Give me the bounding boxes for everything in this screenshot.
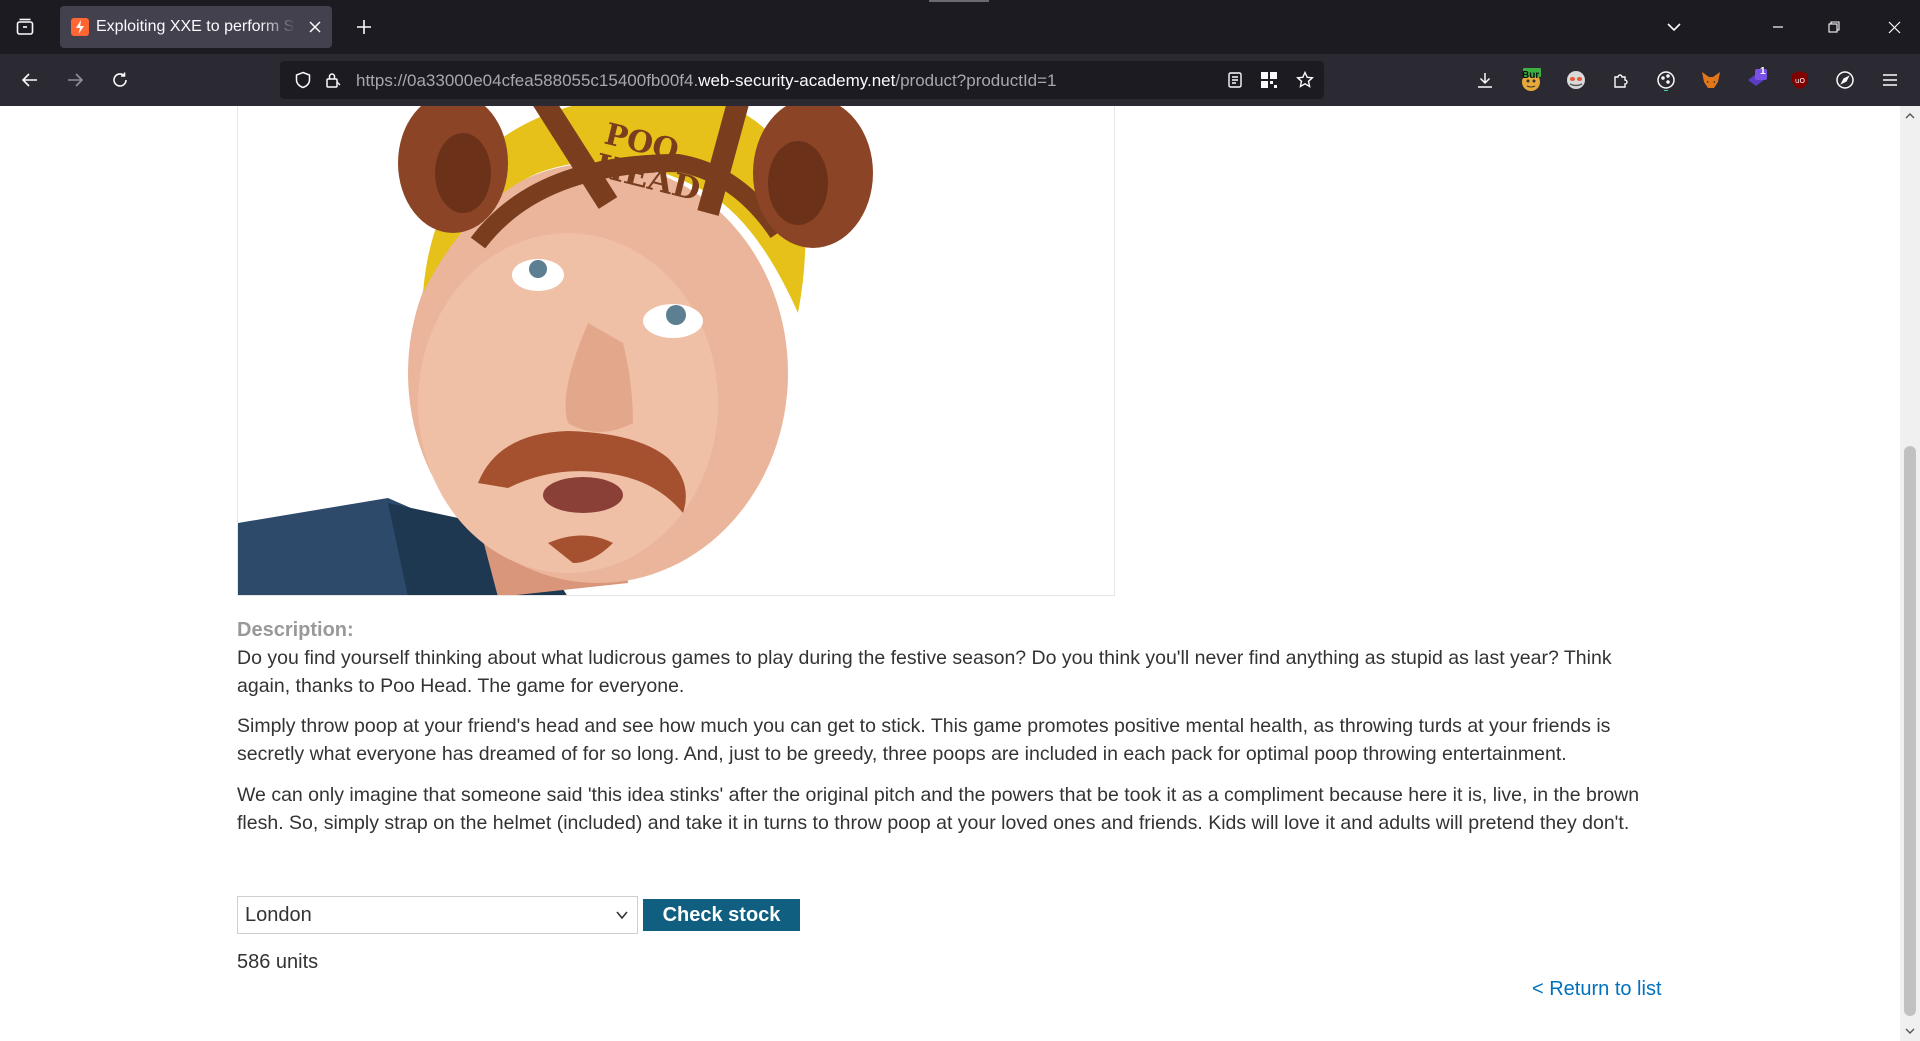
- minimize-window-icon[interactable]: [1756, 0, 1800, 54]
- scroll-up-arrow-icon[interactable]: [1904, 110, 1916, 122]
- description-paragraph: Do you find yourself thinking about what…: [237, 647, 1612, 697]
- url-host: web-security-academy.net: [698, 71, 896, 90]
- window-drag-handle[interactable]: [929, 0, 989, 2]
- product-page: POO HEAD Description: Do you find yourse…: [0, 106, 1900, 1041]
- list-all-tabs-chevron-icon[interactable]: [1656, 9, 1692, 45]
- poo-head-product-photo: POO HEAD: [238, 106, 873, 595]
- tab-list-icon[interactable]: [0, 0, 50, 54]
- portswigger-lightning-icon: [71, 18, 89, 36]
- url-text[interactable]: https://0a33000e04cfea588055c15400fb00f4…: [356, 71, 1057, 91]
- restore-window-icon[interactable]: [1812, 0, 1856, 54]
- qr-code-icon[interactable]: [1256, 67, 1282, 93]
- chevron-down-icon: [616, 911, 628, 920]
- store-select-value: London: [245, 904, 312, 926]
- forward-arrow-icon[interactable]: [57, 62, 93, 98]
- cookie-editor-icon[interactable]: [1648, 62, 1684, 98]
- burp-badge: Bur: [1522, 70, 1540, 81]
- scrollbar-thumb[interactable]: [1904, 446, 1916, 1016]
- ublock-origin-icon[interactable]: uO: [1782, 62, 1818, 98]
- check-stock-button[interactable]: Check stock: [643, 899, 800, 931]
- url-prefix: https://0a33000e04cfea588055c15400fb00f4…: [356, 71, 699, 90]
- back-arrow-icon[interactable]: [12, 62, 48, 98]
- reader-view-icon[interactable]: [1222, 67, 1248, 93]
- description-paragraph: We can only imagine that someone said 't…: [237, 784, 1640, 834]
- notification-count: 1: [1760, 66, 1766, 77]
- active-tab[interactable]: Exploiting XXE to perform SSRF: [60, 6, 332, 48]
- store-location-select[interactable]: London: [237, 896, 638, 934]
- hamburger-menu-icon[interactable]: [1872, 62, 1908, 98]
- address-bar[interactable]: https://0a33000e04cfea588055c15400fb00f4…: [280, 61, 1324, 99]
- description-heading: Description:: [237, 619, 354, 641]
- downloads-icon[interactable]: [1467, 62, 1503, 98]
- bookmark-star-icon[interactable]: [1292, 67, 1318, 93]
- burp-extension-icon[interactable]: Bur: [1513, 62, 1549, 98]
- page-scrollbar[interactable]: [1900, 106, 1920, 1041]
- lock-icon[interactable]: [320, 67, 346, 93]
- stock-result-text: 586 units: [237, 951, 319, 973]
- new-tab-icon[interactable]: [346, 9, 382, 45]
- privacy-badger-icon[interactable]: [1558, 62, 1594, 98]
- navigation-toolbar: https://0a33000e04cfea588055c15400fb00f4…: [0, 54, 1920, 106]
- svg-text:uO: uO: [1795, 77, 1805, 85]
- product-image: POO HEAD: [237, 106, 1115, 596]
- compass-extension-icon[interactable]: [1827, 62, 1863, 98]
- tab-strip: Exploiting XXE to perform SSRF: [0, 0, 1920, 54]
- description-paragraph: Simply throw poop at your friend's head …: [237, 715, 1611, 765]
- shield-icon[interactable]: [290, 67, 316, 93]
- scroll-down-arrow-icon[interactable]: [1904, 1025, 1916, 1037]
- close-window-icon[interactable]: [1868, 0, 1920, 54]
- notification-extension-icon[interactable]: 1: [1738, 62, 1774, 98]
- extensions-puzzle-icon[interactable]: [1603, 62, 1639, 98]
- close-tab-icon[interactable]: [303, 15, 327, 39]
- metamask-fox-icon[interactable]: [1693, 62, 1729, 98]
- return-to-list-link[interactable]: < Return to list: [1532, 978, 1662, 1001]
- url-path: /product?productId=1: [895, 71, 1057, 90]
- tab-title: Exploiting XXE to perform SSRF: [96, 18, 296, 35]
- reload-icon[interactable]: [102, 62, 138, 98]
